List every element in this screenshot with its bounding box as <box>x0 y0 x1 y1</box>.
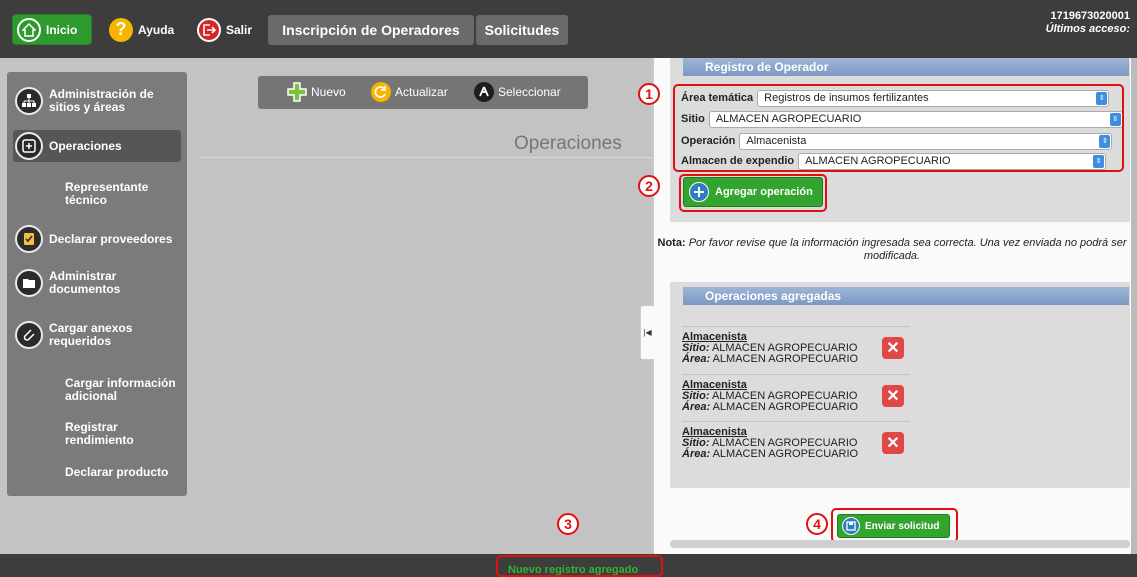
sidebar-item-label: Declarar producto <box>65 464 169 479</box>
top-bar: Inicio ? Ayuda Salir Inscripción de Oper… <box>0 0 1137 58</box>
annotation-outline-1 <box>673 84 1124 172</box>
area-prefix: Área: <box>682 353 711 365</box>
annotation-outline-3 <box>496 555 663 577</box>
tab-solicitudes[interactable]: Solicitudes <box>476 15 568 45</box>
user-id: 1719673020001 <box>1050 10 1130 22</box>
annotation-outline-2 <box>679 174 827 212</box>
annotation-marker-3: 3 <box>557 513 579 535</box>
delete-operation-button[interactable]: ✕ <box>882 385 904 407</box>
sidebar-item-label: Representante técnico <box>65 180 149 207</box>
sidebar-item-label: Declarar proveedores <box>49 231 173 246</box>
actualizar-label: Actualizar <box>395 85 448 99</box>
sidebar-item-label: Operaciones <box>49 138 122 153</box>
folder-icon <box>15 269 43 297</box>
area-prefix: Área: <box>682 448 711 460</box>
close-icon: ✕ <box>886 339 900 357</box>
registro-operador-header: Registro de Operador <box>683 58 1129 76</box>
nota-text: Por favor revise que la información ingr… <box>688 237 1127 262</box>
exit-icon <box>197 17 221 42</box>
ayuda-label: Ayuda <box>138 22 175 37</box>
nota-label: Nota: <box>657 237 686 249</box>
sidebar-item-declarar-proveedores[interactable]: Declarar proveedores <box>7 224 187 254</box>
close-icon: ✕ <box>886 434 900 452</box>
network-icon <box>15 87 43 115</box>
sidebar-item-label: Cargar anexos requeridos <box>49 321 133 348</box>
operation-area: ALMACEN AGROPECUARIO <box>712 448 859 460</box>
seleccionar-label: Seleccionar <box>498 85 561 99</box>
select-icon <box>474 82 494 102</box>
help-icon: ? <box>109 17 133 42</box>
seleccionar-button[interactable]: Seleccionar <box>473 81 561 103</box>
sidebar-item-cargar-anexos[interactable]: Cargar anexos requeridos <box>7 320 187 350</box>
nota-message: Nota: Por favor revise que la informació… <box>654 237 1130 263</box>
sidebar-item-administrar-documentos[interactable]: Administrar documentos <box>7 268 187 298</box>
annotation-marker-2: 2 <box>638 175 660 197</box>
operations-icon <box>15 132 43 160</box>
sidebar-item-declarar-producto[interactable]: Declarar producto <box>7 462 187 482</box>
sidebar-item-label: Administrar documentos <box>49 269 121 296</box>
nuevo-label: Nuevo <box>311 85 346 99</box>
sidebar-item-label: Cargar información adicional <box>65 376 176 403</box>
inicio-label: Inicio <box>46 22 78 37</box>
sidebar-item-administracion-sitios[interactable]: Administración de sitios y áreas <box>7 86 187 116</box>
operation-area: ALMACEN AGROPECUARIO <box>712 401 859 413</box>
collapse-icon: |◀ <box>643 328 652 337</box>
operaciones-agregadas-header: Operaciones agregadas <box>683 287 1129 305</box>
salir-label: Salir <box>225 22 252 37</box>
annotation-outline-4 <box>831 508 958 543</box>
paperclip-icon <box>15 321 43 349</box>
home-icon <box>17 17 41 42</box>
vertical-scrollbar[interactable] <box>1131 58 1137 554</box>
clipboard-icon <box>15 225 43 253</box>
list-item: Almacenista Sitio: ALMACEN AGROPECUARIO … <box>682 326 910 372</box>
salir-button[interactable]: Salir <box>193 14 258 45</box>
horizontal-scrollbar[interactable] <box>670 540 1130 548</box>
sidebar-item-operaciones[interactable]: Operaciones <box>13 130 181 162</box>
inicio-button[interactable]: Inicio <box>12 14 92 45</box>
delete-operation-button[interactable]: ✕ <box>882 337 904 359</box>
sidebar-item-registrar-rendimiento[interactable]: Registrar rendimiento <box>7 420 187 447</box>
sidebar-item-label: Registrar rendimiento <box>65 420 134 447</box>
area-prefix: Área: <box>682 401 711 413</box>
delete-operation-button[interactable]: ✕ <box>882 432 904 454</box>
nuevo-button[interactable]: Nuevo <box>286 81 346 103</box>
close-icon: ✕ <box>886 387 900 405</box>
page-title: Operaciones <box>514 133 622 154</box>
sidebar-item-cargar-informacion[interactable]: Cargar información adicional <box>7 376 187 404</box>
list-item: Almacenista Sitio: ALMACEN AGROPECUARIO … <box>682 374 910 420</box>
refresh-icon <box>371 82 391 102</box>
operation-area: ALMACEN AGROPECUARIO <box>712 353 859 365</box>
annotation-marker-4: 4 <box>806 513 828 535</box>
plus-icon <box>287 82 307 102</box>
tab-inscripcion-operadores[interactable]: Inscripción de Operadores <box>268 15 474 45</box>
actualizar-button[interactable]: Actualizar <box>370 81 448 103</box>
sidebar: Administración de sitios y áreas Operaci… <box>7 72 187 496</box>
sidebar-item-label: Administración de sitios y áreas <box>49 87 154 114</box>
list-item: Almacenista Sitio: ALMACEN AGROPECUARIO … <box>682 421 910 467</box>
title-divider <box>200 157 652 158</box>
user-info: 1719673020001 Últimos acceso: <box>1046 10 1130 36</box>
collapse-panel-toggle[interactable]: |◀ <box>640 305 654 360</box>
toolbar: Nuevo Actualizar Seleccionar <box>258 76 588 109</box>
last-access: Últimos acceso: <box>1045 23 1130 35</box>
ayuda-button[interactable]: ? Ayuda <box>105 14 185 45</box>
sidebar-item-representante-tecnico[interactable]: Representante técnico <box>7 180 187 208</box>
annotation-marker-1: 1 <box>638 83 660 105</box>
